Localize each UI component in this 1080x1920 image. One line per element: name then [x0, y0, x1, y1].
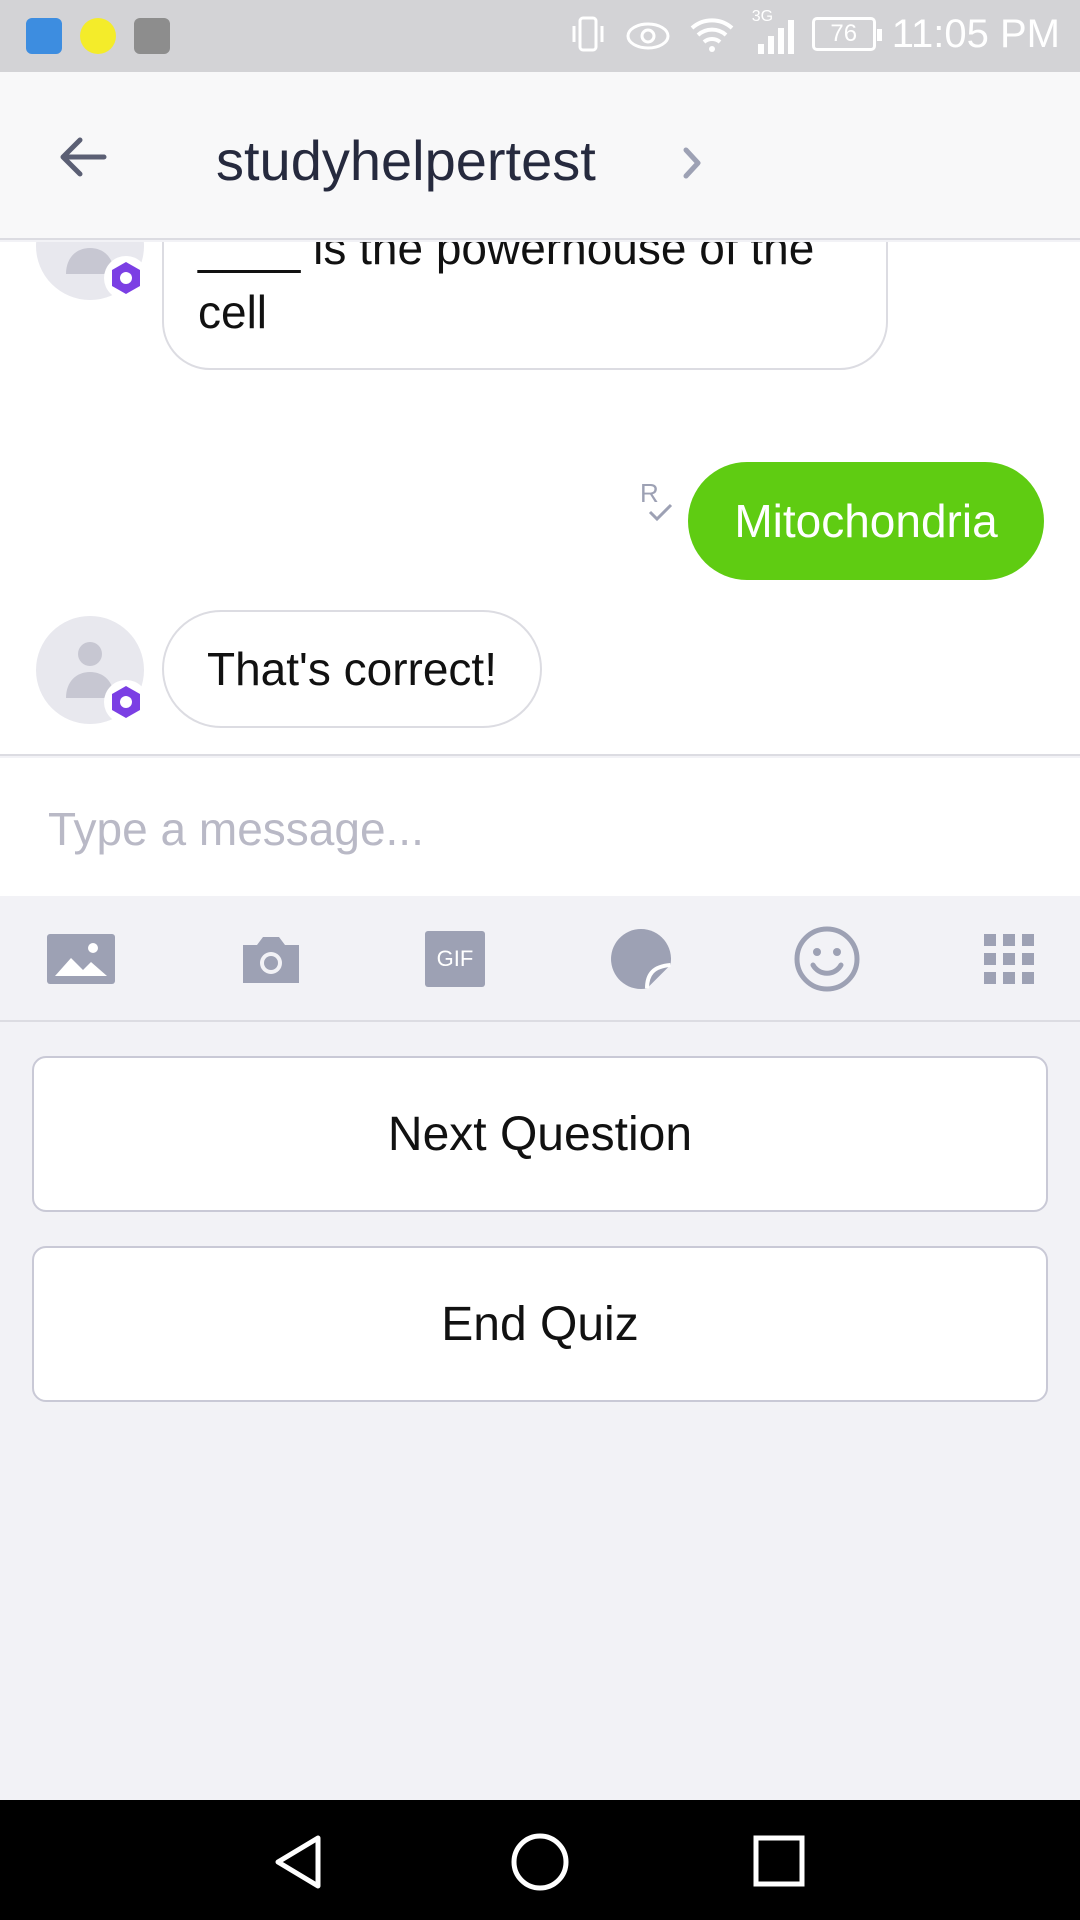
wifi-icon: [690, 18, 734, 52]
system-nav-bar: [0, 1800, 1080, 1920]
read-receipt: R: [640, 478, 680, 526]
chat-header: studyhelpertest: [0, 72, 1080, 240]
triangle-back-icon: [275, 1835, 321, 1889]
vibrate-icon: [572, 16, 604, 52]
sticker-icon: [611, 929, 672, 989]
image-icon: [47, 934, 115, 984]
camera-icon: [243, 937, 299, 983]
sticker-button[interactable]: [606, 926, 676, 992]
next-question-button[interactable]: Next Question: [32, 1056, 1048, 1212]
message-bubble-incoming[interactable]: That's correct!: [162, 610, 542, 728]
camera-button[interactable]: [236, 926, 306, 992]
cell-signal-icon: 3G: [752, 8, 796, 58]
bot-badge: [104, 256, 148, 300]
apps-button[interactable]: [974, 926, 1044, 992]
emoji-button[interactable]: [792, 926, 862, 992]
kviz-app-icon: [134, 18, 170, 54]
message-list[interactable]: Starting Quiz... First Question: ____ is…: [0, 242, 1080, 756]
image-button[interactable]: [46, 926, 116, 992]
hexagon-icon: [112, 686, 140, 718]
message-input[interactable]: [48, 794, 1038, 864]
check-icon: [648, 503, 673, 522]
avatar[interactable]: [36, 242, 148, 300]
message-bubble-incoming[interactable]: Starting Quiz... First Question: ____ is…: [162, 242, 888, 370]
clock: 11:05 PM: [891, 11, 1060, 56]
battery-indicator: 76: [811, 17, 882, 51]
back-button[interactable]: [50, 122, 120, 192]
notification-icons: [26, 18, 170, 54]
message-text: Starting Quiz... First Question: ____ is…: [198, 242, 815, 338]
nav-back-button[interactable]: [268, 1830, 332, 1894]
nav-recents-button[interactable]: [748, 1830, 812, 1894]
square-recents-icon: [753, 1835, 805, 1887]
system-status: 3G 76 11:05 PM: [568, 8, 1060, 58]
gif-button[interactable]: GIF: [420, 926, 490, 992]
health-app-icon: [26, 18, 62, 54]
eye-icon: [626, 22, 670, 50]
status-bar: 3G 76 11:05 PM: [0, 0, 1080, 72]
composer-toolbar: GIF: [0, 896, 1080, 1022]
snapchat-icon: [80, 18, 116, 54]
apps-grid-icon: [984, 934, 1034, 984]
chevron-right-icon[interactable]: [672, 138, 712, 188]
chat-title[interactable]: studyhelpertest: [216, 128, 596, 193]
end-quiz-button[interactable]: End Quiz: [32, 1246, 1048, 1402]
hexagon-icon: [112, 262, 140, 294]
composer: [0, 758, 1080, 896]
bot-badge: [104, 680, 148, 724]
gif-icon: GIF: [425, 931, 485, 987]
emoji-icon: [794, 926, 860, 992]
avatar[interactable]: [36, 616, 148, 724]
arrow-left-icon: [60, 137, 107, 177]
message-bubble-outgoing[interactable]: Mitochondria: [688, 462, 1044, 580]
circle-home-icon: [511, 1833, 569, 1891]
nav-home-button[interactable]: [508, 1830, 572, 1894]
